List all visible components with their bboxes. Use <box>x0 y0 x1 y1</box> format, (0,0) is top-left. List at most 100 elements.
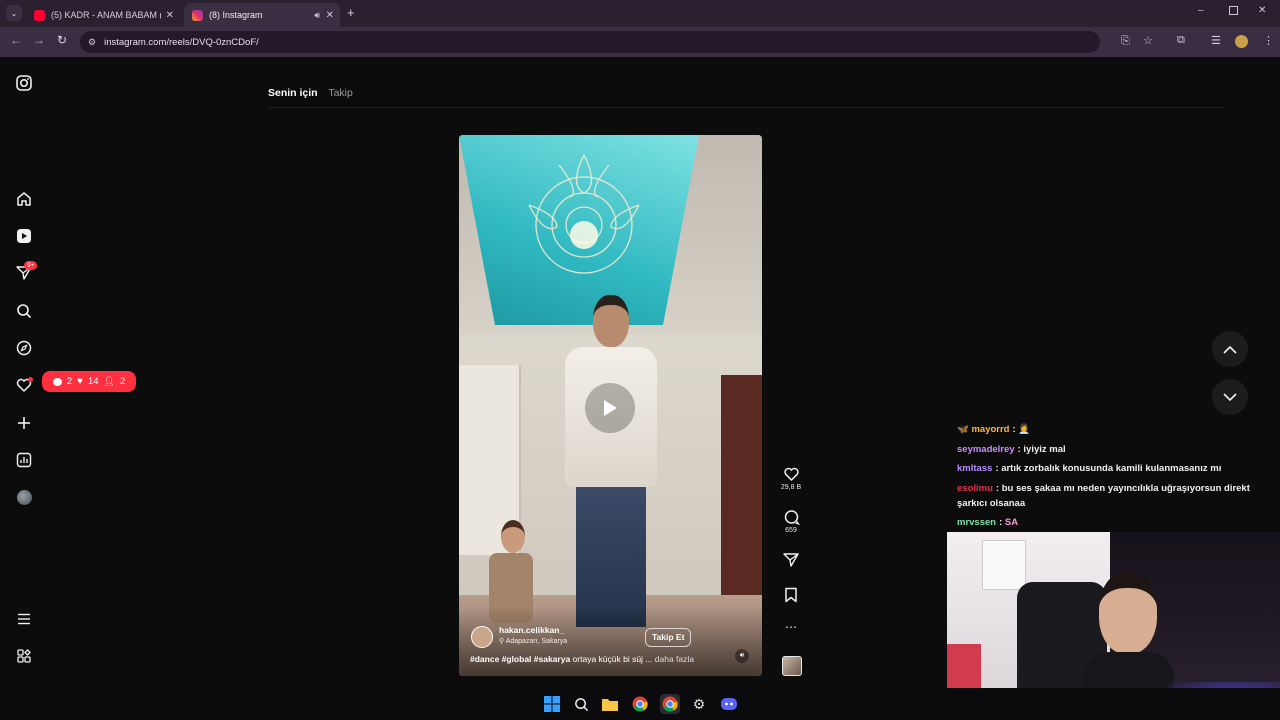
chat-message: esolimu: bu ses şakaa mı neden yayıncılı… <box>957 479 1275 513</box>
site-info-icon[interactable]: ⚙︎ <box>88 37 96 48</box>
tab-youtube[interactable]: (5) KADR - ANAM BABAM (Offi ✕ <box>26 3 180 27</box>
video-person <box>565 295 657 627</box>
file-explorer-icon[interactable] <box>600 694 620 714</box>
chevron-up-icon <box>1223 345 1237 354</box>
save-action[interactable] <box>780 587 802 605</box>
chat-text: artık zorbalık konusunda kamili kulanmas… <box>1001 463 1222 474</box>
person-icon: 👤︎ <box>103 376 115 386</box>
activity-notification-pill[interactable]: 2 ♥ 14 👤︎ 2 <box>42 371 136 392</box>
comment-count: 2 <box>66 376 73 387</box>
chat-username: seymadelrey <box>957 443 1015 455</box>
extensions-icon[interactable]: ⧉ <box>1177 34 1185 47</box>
comment-icon <box>52 377 62 386</box>
dashboard-icon[interactable] <box>15 451 33 469</box>
chrome-icon[interactable] <box>630 694 650 714</box>
more-options-icon[interactable]: ⋯ <box>780 620 802 634</box>
chat-username: mrvssen <box>957 516 997 528</box>
tab-following[interactable]: Takip <box>328 87 353 99</box>
follow-button[interactable]: Takip Et <box>645 628 692 647</box>
comment-action[interactable]: 659 <box>780 509 802 534</box>
comment-bubble-icon[interactable] <box>783 509 800 526</box>
chat-message: 🦋 mayorrd: 👩‍💼 <box>957 420 1275 440</box>
like-count: 29,8 B <box>780 484 802 491</box>
also-from-meta-icon[interactable] <box>15 647 33 665</box>
next-reel-button[interactable] <box>1212 379 1248 415</box>
install-app-icon[interactable]: ⎘ <box>1121 35 1130 48</box>
messages-icon[interactable]: 9+ <box>15 261 38 282</box>
minimize-button[interactable]: – <box>1198 5 1204 16</box>
previous-reel-button[interactable] <box>1212 331 1248 367</box>
chat-username: kmltass <box>957 463 993 474</box>
chat-badge: 🦋 <box>957 424 972 435</box>
avatar-image <box>16 489 32 505</box>
profile-avatar[interactable] <box>15 488 33 506</box>
tab-for-you[interactable]: Senin için <box>268 87 318 99</box>
like-heart-icon[interactable] <box>783 466 800 482</box>
explore-icon[interactable] <box>15 339 33 357</box>
location-row[interactable]: ⚲ Adapazarı, Sakarya <box>499 637 567 645</box>
url-text: instagram.com/reels/DVQ-0znCDoF/ <box>104 36 259 48</box>
messages-badge: 9+ <box>24 261 38 270</box>
chat-text: 👩‍💼 <box>1018 424 1031 435</box>
bookmark-star-icon[interactable]: ☆ <box>1143 34 1153 47</box>
feed-divider <box>268 107 1224 108</box>
mandala-decoration <box>528 154 640 274</box>
volume-icon[interactable]: 🔊︎ <box>735 649 749 663</box>
uploader-avatar[interactable] <box>471 626 493 648</box>
caption-text: ortaya küçük bi süj ... <box>572 654 653 664</box>
follow-count: 2 <box>119 376 126 387</box>
instagram-icon <box>192 9 203 21</box>
new-tab-button[interactable]: + <box>347 5 355 20</box>
search-icon[interactable] <box>15 302 33 320</box>
reading-list-icon[interactable]: ☰ <box>1211 34 1221 47</box>
chat-message: seymadelrey: iyiyiz mal <box>957 440 1275 460</box>
more-menu-icon[interactable] <box>15 610 33 628</box>
windows-start-icon[interactable] <box>542 694 562 714</box>
webcam-poster <box>982 540 1026 590</box>
close-window-button[interactable]: ✕ <box>1258 5 1266 16</box>
play-button[interactable] <box>585 383 635 433</box>
speaker-icon[interactable]: 🔊︎ <box>314 10 320 21</box>
restore-button[interactable] <box>1229 6 1238 15</box>
settings-icon[interactable]: ⚙︎ <box>689 694 709 714</box>
chat-username: mayorrd <box>971 424 1010 435</box>
caption-tags[interactable]: #dance #global #sakarya <box>470 654 570 664</box>
back-icon[interactable]: ← <box>10 33 22 47</box>
address-bar[interactable]: ⚙︎ instagram.com/reels/DVQ-0znCDoF/ <box>80 31 1100 53</box>
chat-message: mrvssen: SA <box>957 513 1275 533</box>
more-link[interactable]: daha fazla <box>655 654 694 664</box>
profile-avatar[interactable] <box>1235 35 1248 48</box>
chat-message: kmltass: artık zorbalık konusunda kamili… <box>957 459 1275 479</box>
bookmark-icon[interactable] <box>784 587 798 603</box>
chrome-active-icon[interactable] <box>660 694 680 714</box>
close-icon[interactable]: ✕ <box>166 10 174 21</box>
like-action[interactable]: 29,8 B <box>780 466 802 491</box>
youtube-icon <box>34 9 45 21</box>
create-icon[interactable] <box>15 414 33 432</box>
uploader-username[interactable]: hakan.celikkan_ <box>499 625 564 635</box>
chat-text: SA <box>1004 516 1019 528</box>
browser-toolbar: ← → ↻ ⚙︎ instagram.com/reels/DVQ-0znCDoF… <box>0 27 1280 57</box>
audio-thumbnail[interactable] <box>782 656 802 676</box>
caption: #dance #global #sakarya ortaya küçük bi … <box>470 654 694 664</box>
reels-icon[interactable] <box>15 227 33 245</box>
forward-icon[interactable]: → <box>33 33 45 47</box>
reload-icon[interactable]: ↻ <box>57 33 67 47</box>
home-icon[interactable] <box>15 190 33 208</box>
tab-search-button[interactable]: ⌄ <box>6 5 22 21</box>
taskbar-search-icon[interactable] <box>571 694 591 714</box>
feed-tabs: Senin için Takip <box>268 87 361 99</box>
discord-icon[interactable] <box>719 694 739 714</box>
chat-username: esolimu <box>957 482 993 494</box>
heart-icon[interactable] <box>15 376 33 394</box>
close-icon[interactable]: ✕ <box>326 10 334 21</box>
chat-text: bu ses şakaa mı neden yayıncılıkla uğraş… <box>957 482 1250 509</box>
tab-instagram[interactable]: (8) Instagram 🔊︎ ✕ <box>184 3 340 27</box>
share-icon[interactable] <box>783 552 799 568</box>
chat-text: iyiyiz mal <box>1023 443 1066 455</box>
menu-icon[interactable]: ⋮ <box>1263 34 1274 47</box>
share-action[interactable] <box>780 552 802 570</box>
heart-filled-icon: ♥ <box>77 376 83 387</box>
instagram-logo-icon[interactable] <box>15 74 33 92</box>
reel-video[interactable]: hakan.celikkan_ ⚲ Adapazarı, Sakarya Tak… <box>459 135 762 676</box>
